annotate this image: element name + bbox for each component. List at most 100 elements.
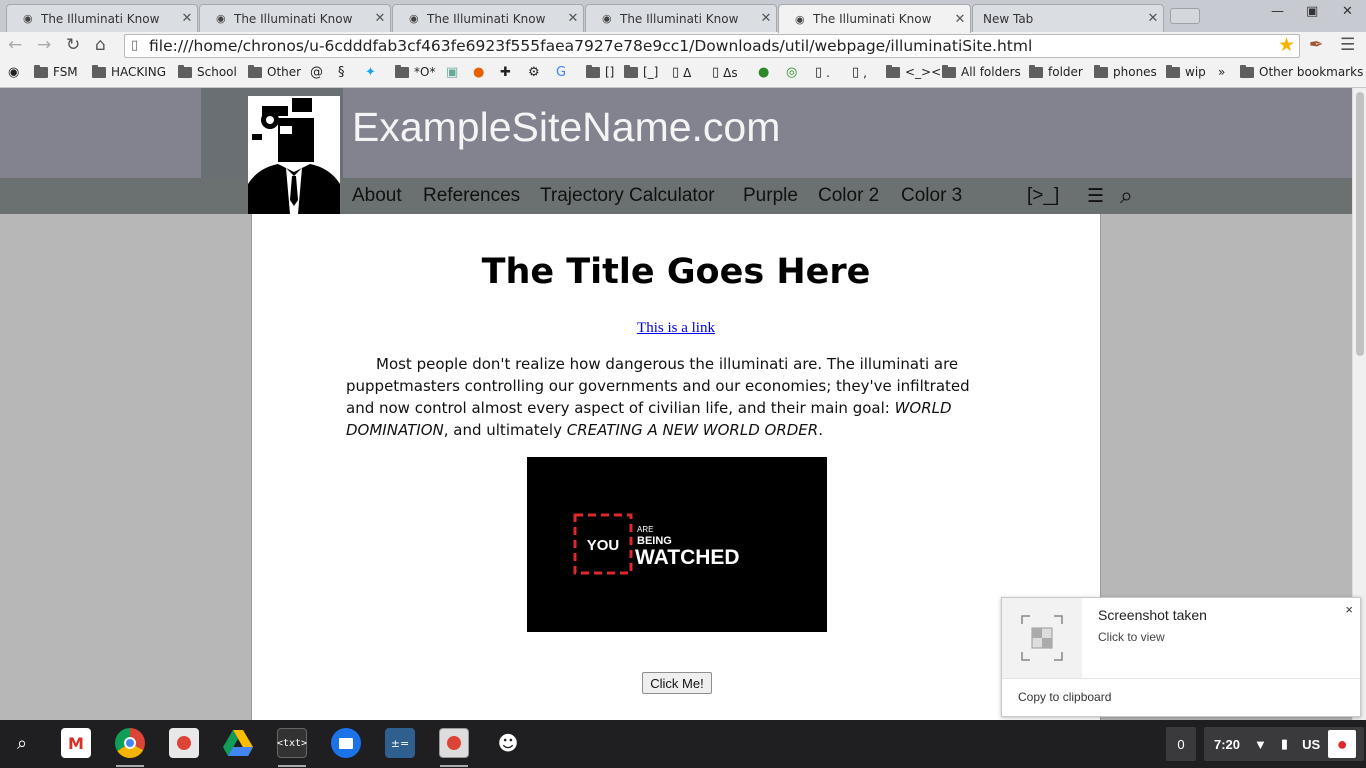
browser-tab[interactable]: ◉ The Illuminati Know ✕ <box>585 4 777 32</box>
other-bookmarks-folder[interactable]: Other bookmarks <box>1240 64 1363 79</box>
snake-icon[interactable]: ◎ <box>786 65 801 80</box>
duckduckgo-icon[interactable]: ● <box>473 65 488 80</box>
screenshot-notification[interactable]: Screenshot taken Click to view × Copy to… <box>1001 597 1361 717</box>
home-icon[interactable]: ⌂ <box>95 35 106 55</box>
folder-icon <box>942 64 956 78</box>
address-bar[interactable]: ▯ file:///home/chronos/u-6cdddfab3cf463f… <box>124 34 1300 58</box>
bookmark-folder[interactable]: wip <box>1166 64 1206 79</box>
bookmark-folder[interactable]: HACKING <box>92 64 166 79</box>
bookmark-folder[interactable]: All folders <box>942 64 1021 79</box>
bookmark-folder[interactable]: FSM <box>34 64 78 79</box>
eye-icon: ◉ <box>23 12 33 25</box>
nav-color-3[interactable]: Color 3 <box>901 185 962 207</box>
system-tray[interactable]: 7:20 ▼ ▮ US ● <box>1204 727 1364 761</box>
calculator-icon[interactable]: ±= <box>385 728 415 758</box>
nav-trajectory-calculator[interactable]: Trajectory Calculator <box>540 185 715 207</box>
browser-tab[interactable]: ◉ The Illuminati Know ✕ <box>199 4 391 32</box>
menu-icon[interactable]: ☰ <box>1340 35 1355 55</box>
more-bookmarks-chevron[interactable]: » <box>1218 65 1225 79</box>
launcher-search-icon[interactable]: ⌕ <box>7 728 37 758</box>
tab-title: The Illuminati Know <box>620 11 739 26</box>
screenshot-icon <box>1002 598 1082 678</box>
notification-message[interactable]: Click to view <box>1098 630 1165 644</box>
files-icon[interactable] <box>331 728 361 758</box>
eye-icon: ◉ <box>216 12 226 25</box>
bookmark-folder[interactable]: phones <box>1094 64 1157 79</box>
close-window-icon[interactable]: ✕ <box>1342 4 1353 19</box>
browser-tab-active[interactable]: ◉ The Illuminati Know ✕ <box>778 4 971 33</box>
page-icon: ▯ <box>815 65 823 80</box>
nav-color-2[interactable]: Color 2 <box>818 185 879 207</box>
drive-icon[interactable] <box>223 728 253 758</box>
chrome-icon[interactable] <box>115 728 145 758</box>
bookmark-folder[interactable]: folder <box>1029 64 1083 79</box>
new-tab-button[interactable] <box>1170 8 1200 24</box>
browser-window-icon[interactable] <box>439 728 469 758</box>
puzzle-icon[interactable]: ✚ <box>500 65 515 80</box>
twitter-icon[interactable]: ✦ <box>365 65 380 80</box>
bookmark-star-icon[interactable]: ★ <box>1278 35 1295 56</box>
minimize-icon[interactable]: — <box>1271 4 1284 19</box>
bookmark-page[interactable]: ▯. <box>815 65 830 80</box>
close-tab-icon[interactable]: ✕ <box>756 11 776 26</box>
bookmark-folder[interactable]: [_] <box>624 64 658 79</box>
tab-title: The Illuminati Know <box>41 11 160 26</box>
maximize-icon[interactable]: ▣ <box>1306 4 1318 19</box>
browser-tab[interactable]: New Tab ✕ <box>972 4 1164 32</box>
close-tab-icon[interactable]: ✕ <box>177 11 197 26</box>
notification-count-badge[interactable]: 0 <box>1166 727 1196 761</box>
bookmark-page[interactable]: ▯ Δ <box>672 65 691 80</box>
translate-icon[interactable]: G <box>556 65 570 80</box>
folder-icon <box>1029 64 1043 78</box>
site-name[interactable]: ExampleSiteName.com <box>352 104 780 151</box>
click-me-button[interactable]: Click Me! <box>642 672 712 694</box>
s-logo-icon[interactable]: § <box>338 65 349 80</box>
ninja-app-icon[interactable]: ☻ <box>493 728 523 758</box>
android-icon[interactable]: ▣ <box>446 65 462 80</box>
text-editor-icon[interactable]: <txt> <box>277 728 307 758</box>
browser-tab[interactable]: ◉ The Illuminati Know ✕ <box>392 4 584 32</box>
watched-watched-text: WATCHED <box>635 546 740 569</box>
close-tab-icon[interactable]: ✕ <box>950 12 970 27</box>
running-indicator <box>440 765 468 767</box>
copy-to-clipboard-button[interactable]: Copy to clipboard <box>1018 690 1111 704</box>
search-icon[interactable]: ⌕ <box>1120 182 1133 209</box>
alien-icon[interactable]: ● <box>758 65 773 80</box>
close-tab-icon[interactable]: ✕ <box>370 11 390 26</box>
tab-strip: ◉ The Illuminati Know ✕ ◉ The Illuminati… <box>0 0 1366 33</box>
nav-purple[interactable]: Purple <box>743 185 798 207</box>
scrollbar-thumb[interactable] <box>1356 92 1364 356</box>
back-arrow-icon[interactable]: ← <box>8 35 22 55</box>
eye-icon: ◉ <box>795 12 805 26</box>
chrome-window-icon[interactable] <box>169 728 199 758</box>
gear-icon[interactable]: ⚙ <box>528 65 544 80</box>
nav-about[interactable]: About <box>352 185 402 207</box>
close-icon[interactable]: × <box>1345 602 1353 617</box>
bookmark-folder[interactable]: *O* <box>395 64 435 79</box>
watched-you-text: YOU <box>587 537 620 554</box>
nav-terminal[interactable]: [>_] <box>1027 185 1059 207</box>
forward-arrow-icon[interactable]: → <box>37 35 51 55</box>
eye-bookmark-icon[interactable]: ◉ <box>8 65 23 80</box>
user-avatar: ● <box>1328 730 1357 758</box>
swirl-icon[interactable]: @ <box>310 65 327 80</box>
bookmark-folder[interactable]: <_>< <box>886 64 941 79</box>
nav-references[interactable]: References <box>423 185 520 207</box>
folder-icon <box>1240 64 1254 78</box>
bookmark-folder[interactable]: [] <box>586 64 614 79</box>
browser-tab[interactable]: ◉ The Illuminati Know ✕ <box>6 4 198 32</box>
close-tab-icon[interactable]: ✕ <box>1143 11 1163 26</box>
reload-icon[interactable]: ↻ <box>66 35 80 55</box>
bookmark-folder[interactable]: Other <box>248 64 301 79</box>
hamburger-menu-icon[interactable]: ☰ <box>1087 185 1104 208</box>
gmail-icon[interactable]: M <box>61 728 91 758</box>
battery-icon: ▮ <box>1280 736 1289 751</box>
content-link[interactable]: This is a link <box>252 320 1100 337</box>
close-tab-icon[interactable]: ✕ <box>563 11 583 26</box>
extension-quill-icon[interactable]: ✒ <box>1309 35 1323 55</box>
bookmark-page[interactable]: ▯ Δs <box>712 65 738 80</box>
bookmark-folder[interactable]: School <box>178 64 237 79</box>
bookmark-page[interactable]: ▯, <box>852 65 867 80</box>
running-indicator <box>278 765 306 767</box>
tab-title: The Illuminati Know <box>813 12 932 26</box>
